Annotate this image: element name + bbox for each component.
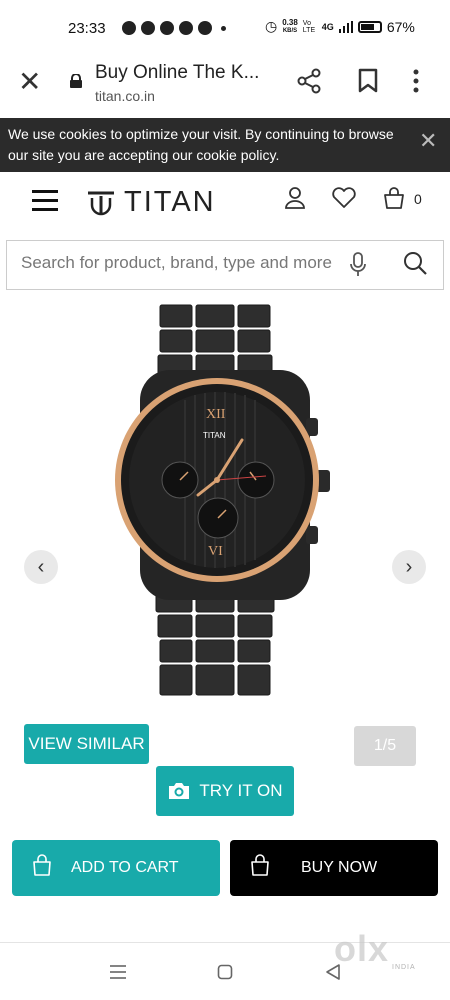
camera-icon: [169, 783, 190, 799]
page-title: Buy Online The K...: [95, 62, 260, 83]
product-image: XII VI TITAN: [115, 304, 330, 696]
cookie-text: We use cookies to optimize your visit. B…: [8, 126, 394, 163]
share-icon[interactable]: [296, 68, 322, 94]
titan-logo[interactable]: TITAN: [86, 186, 216, 219]
buy-now-button[interactable]: BUY NOW: [230, 840, 438, 896]
browser-toolbar: ✕ Buy Online The K... titan.co.in: [0, 58, 450, 114]
cart-icon[interactable]: [383, 186, 405, 210]
notification-icon: [141, 21, 155, 35]
view-similar-button[interactable]: VIEW SIMILAR: [24, 724, 149, 764]
battery-icon: [357, 20, 382, 33]
wishlist-icon[interactable]: [331, 186, 357, 210]
menu-icon[interactable]: [32, 190, 58, 212]
network-type: 4G: [321, 21, 334, 32]
close-cookie-icon[interactable]: ✕: [419, 128, 437, 154]
prev-image-button[interactable]: ‹: [24, 550, 58, 584]
search-input[interactable]: [21, 253, 333, 273]
svg-text:XII: XII: [206, 407, 226, 422]
watch-dial-brand: TITAN: [203, 431, 226, 440]
battery-percent: 67%: [386, 18, 415, 35]
try-it-on-label: TRY IT ON: [199, 781, 283, 800]
cart-count: 0: [414, 191, 422, 207]
bag-icon: [251, 854, 269, 876]
mic-icon[interactable]: [349, 251, 367, 279]
lock-icon: [70, 74, 82, 88]
svg-text:VI: VI: [208, 544, 223, 559]
notification-icons: [122, 21, 226, 35]
status-bar: 23:33 ◷ 0.38 KB/S Vo LTE 4G 67%: [0, 0, 450, 58]
more-notifications-icon: [221, 26, 226, 31]
alarm-icon: ◷: [265, 18, 278, 34]
titan-mark-icon: [88, 191, 114, 215]
close-icon[interactable]: ✕: [18, 68, 41, 96]
cookie-banner: We use cookies to optimize your visit. B…: [0, 118, 450, 172]
signal-icon: [338, 20, 353, 33]
status-right: ◷ 0.38 KB/S Vo LTE 4G 67%: [265, 18, 415, 35]
chevron-left-icon: ‹: [37, 555, 45, 578]
network-speed: 0.38 KB/S: [282, 17, 298, 34]
try-it-on-button[interactable]: TRY IT ON: [156, 766, 294, 816]
search-bar: [6, 240, 444, 290]
bookmark-icon[interactable]: [357, 68, 379, 94]
search-icon[interactable]: [402, 250, 428, 276]
bag-icon: [33, 854, 51, 876]
account-icon[interactable]: [284, 186, 306, 210]
notification-icon: [122, 21, 136, 35]
recents-icon[interactable]: [109, 964, 127, 980]
notification-icon: [179, 21, 193, 35]
olx-watermark: olx: [334, 928, 390, 969]
chevron-right-icon: ›: [405, 555, 413, 578]
more-vert-icon[interactable]: [412, 68, 420, 94]
buy-now-label: BUY NOW: [301, 859, 378, 876]
olx-watermark-sub: INDIA: [392, 964, 416, 971]
notification-icon: [160, 21, 174, 35]
notification-icon: [198, 21, 212, 35]
volte-label: Vo LTE: [302, 19, 316, 34]
add-to-cart-button[interactable]: ADD TO CART: [12, 840, 220, 896]
add-to-cart-label: ADD TO CART: [71, 859, 179, 876]
status-time: 23:33: [68, 20, 106, 37]
site-header: TITAN 0: [0, 172, 450, 234]
home-icon[interactable]: [217, 964, 233, 980]
brand-name: TITAN: [124, 186, 216, 218]
page-url: titan.co.in: [95, 88, 155, 104]
image-counter: 1/5: [354, 726, 416, 766]
next-image-button[interactable]: ›: [392, 550, 426, 584]
